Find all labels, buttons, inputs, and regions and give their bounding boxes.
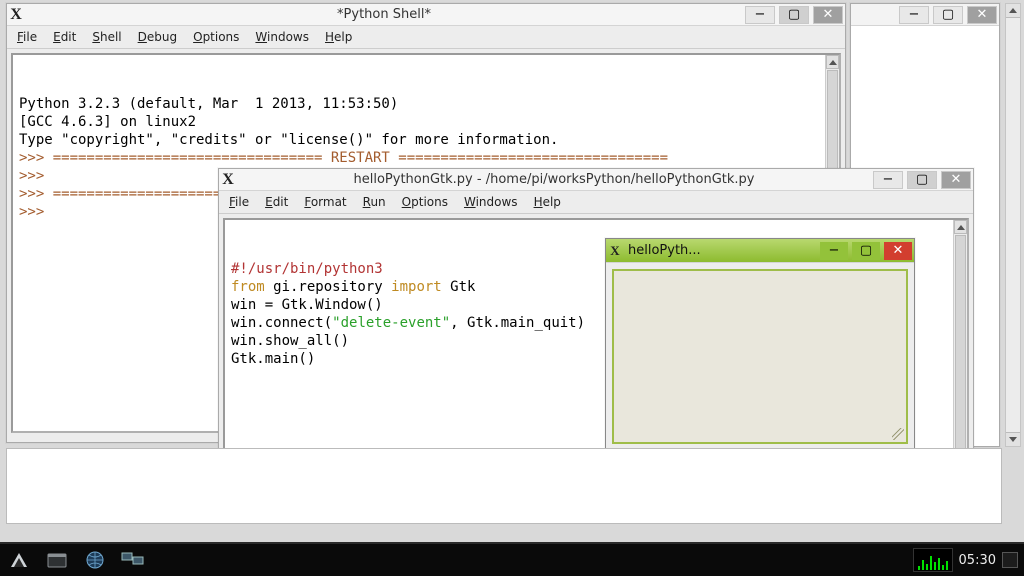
minimize-button[interactable]: − — [745, 6, 775, 24]
shell-line: >>> ================================ RES… — [19, 149, 833, 167]
editor-titlebar[interactable]: X helloPythonGtk.py - /home/pi/worksPyth… — [219, 169, 973, 191]
shell-line: Python 3.2.3 (default, Mar 1 2013, 11:53… — [19, 95, 833, 113]
editor-menubar: File Edit Format Run Options Windows Help — [219, 191, 973, 214]
shell-title: *Python Shell* — [25, 7, 743, 22]
scroll-up-button[interactable] — [826, 55, 839, 69]
menu-item-edit[interactable]: Edit — [53, 30, 76, 44]
menu-item-help[interactable]: Help — [534, 195, 561, 209]
taskbar: 05:30 — [0, 542, 1024, 576]
shell-line: [GCC 4.6.3] on linux2 — [19, 113, 833, 131]
resize-grip-icon[interactable] — [892, 428, 904, 440]
gtk-title: helloPyth... — [624, 243, 818, 258]
menu-item-run[interactable]: Run — [363, 195, 386, 209]
menu-item-debug[interactable]: Debug — [138, 30, 177, 44]
close-button[interactable]: ✕ — [941, 171, 971, 189]
close-button[interactable]: ✕ — [967, 6, 997, 24]
maximize-button[interactable]: ▢ — [852, 242, 880, 260]
gtk-titlebar[interactable]: X helloPyth... − ▢ ✕ — [606, 239, 914, 263]
browser-icon[interactable] — [80, 547, 110, 573]
close-button[interactable]: ✕ — [884, 242, 912, 260]
file-manager-icon[interactable] — [42, 547, 72, 573]
minimize-button[interactable]: − — [899, 6, 929, 24]
close-button[interactable]: ✕ — [813, 6, 843, 24]
editor-title: helloPythonGtk.py - /home/pi/worksPython… — [237, 172, 871, 187]
menu-item-format[interactable]: Format — [304, 195, 346, 209]
show-desktop-icon[interactable] — [118, 547, 148, 573]
menu-item-help[interactable]: Help — [325, 30, 352, 44]
scroll-thumb[interactable] — [955, 235, 966, 461]
maximize-button[interactable]: ▢ — [779, 6, 809, 24]
menu-item-options[interactable]: Options — [402, 195, 448, 209]
menu-item-windows[interactable]: Windows — [464, 195, 518, 209]
scroll-up-button[interactable] — [954, 220, 967, 234]
x11-icon: X — [219, 171, 237, 189]
outer-scrollbar[interactable] — [1005, 3, 1021, 447]
menu-item-edit[interactable]: Edit — [265, 195, 288, 209]
minimize-button[interactable]: − — [820, 242, 848, 260]
gtk-window-body[interactable] — [612, 269, 908, 444]
tray-button[interactable] — [1002, 552, 1018, 568]
background-panel — [6, 448, 1002, 524]
scroll-down-button[interactable] — [1006, 432, 1020, 446]
menu-item-shell[interactable]: Shell — [92, 30, 121, 44]
menu-item-file[interactable]: File — [229, 195, 249, 209]
menu-item-options[interactable]: Options — [193, 30, 239, 44]
maximize-button[interactable]: ▢ — [933, 6, 963, 24]
secondary-titlebar[interactable]: − ▢ ✕ — [851, 4, 999, 26]
scroll-track[interactable] — [1006, 18, 1020, 432]
cpu-monitor-icon[interactable] — [913, 548, 953, 572]
start-menu-icon[interactable] — [4, 547, 34, 573]
minimize-button[interactable]: − — [873, 171, 903, 189]
x11-icon: X — [606, 243, 624, 259]
shell-titlebar[interactable]: X *Python Shell* − ▢ ✕ — [7, 4, 845, 26]
taskbar-clock[interactable]: 05:30 — [959, 553, 996, 568]
maximize-button[interactable]: ▢ — [907, 171, 937, 189]
shell-menubar: File Edit Shell Debug Options Windows Help — [7, 26, 845, 49]
menu-item-windows[interactable]: Windows — [255, 30, 309, 44]
scroll-up-button[interactable] — [1006, 4, 1020, 18]
scrollbar[interactable] — [953, 220, 967, 476]
gtk-app-window: X helloPyth... − ▢ ✕ — [605, 238, 915, 450]
x11-icon: X — [7, 6, 25, 24]
shell-line: Type "copyright", "credits" or "license(… — [19, 131, 833, 149]
menu-item-file[interactable]: File — [17, 30, 37, 44]
